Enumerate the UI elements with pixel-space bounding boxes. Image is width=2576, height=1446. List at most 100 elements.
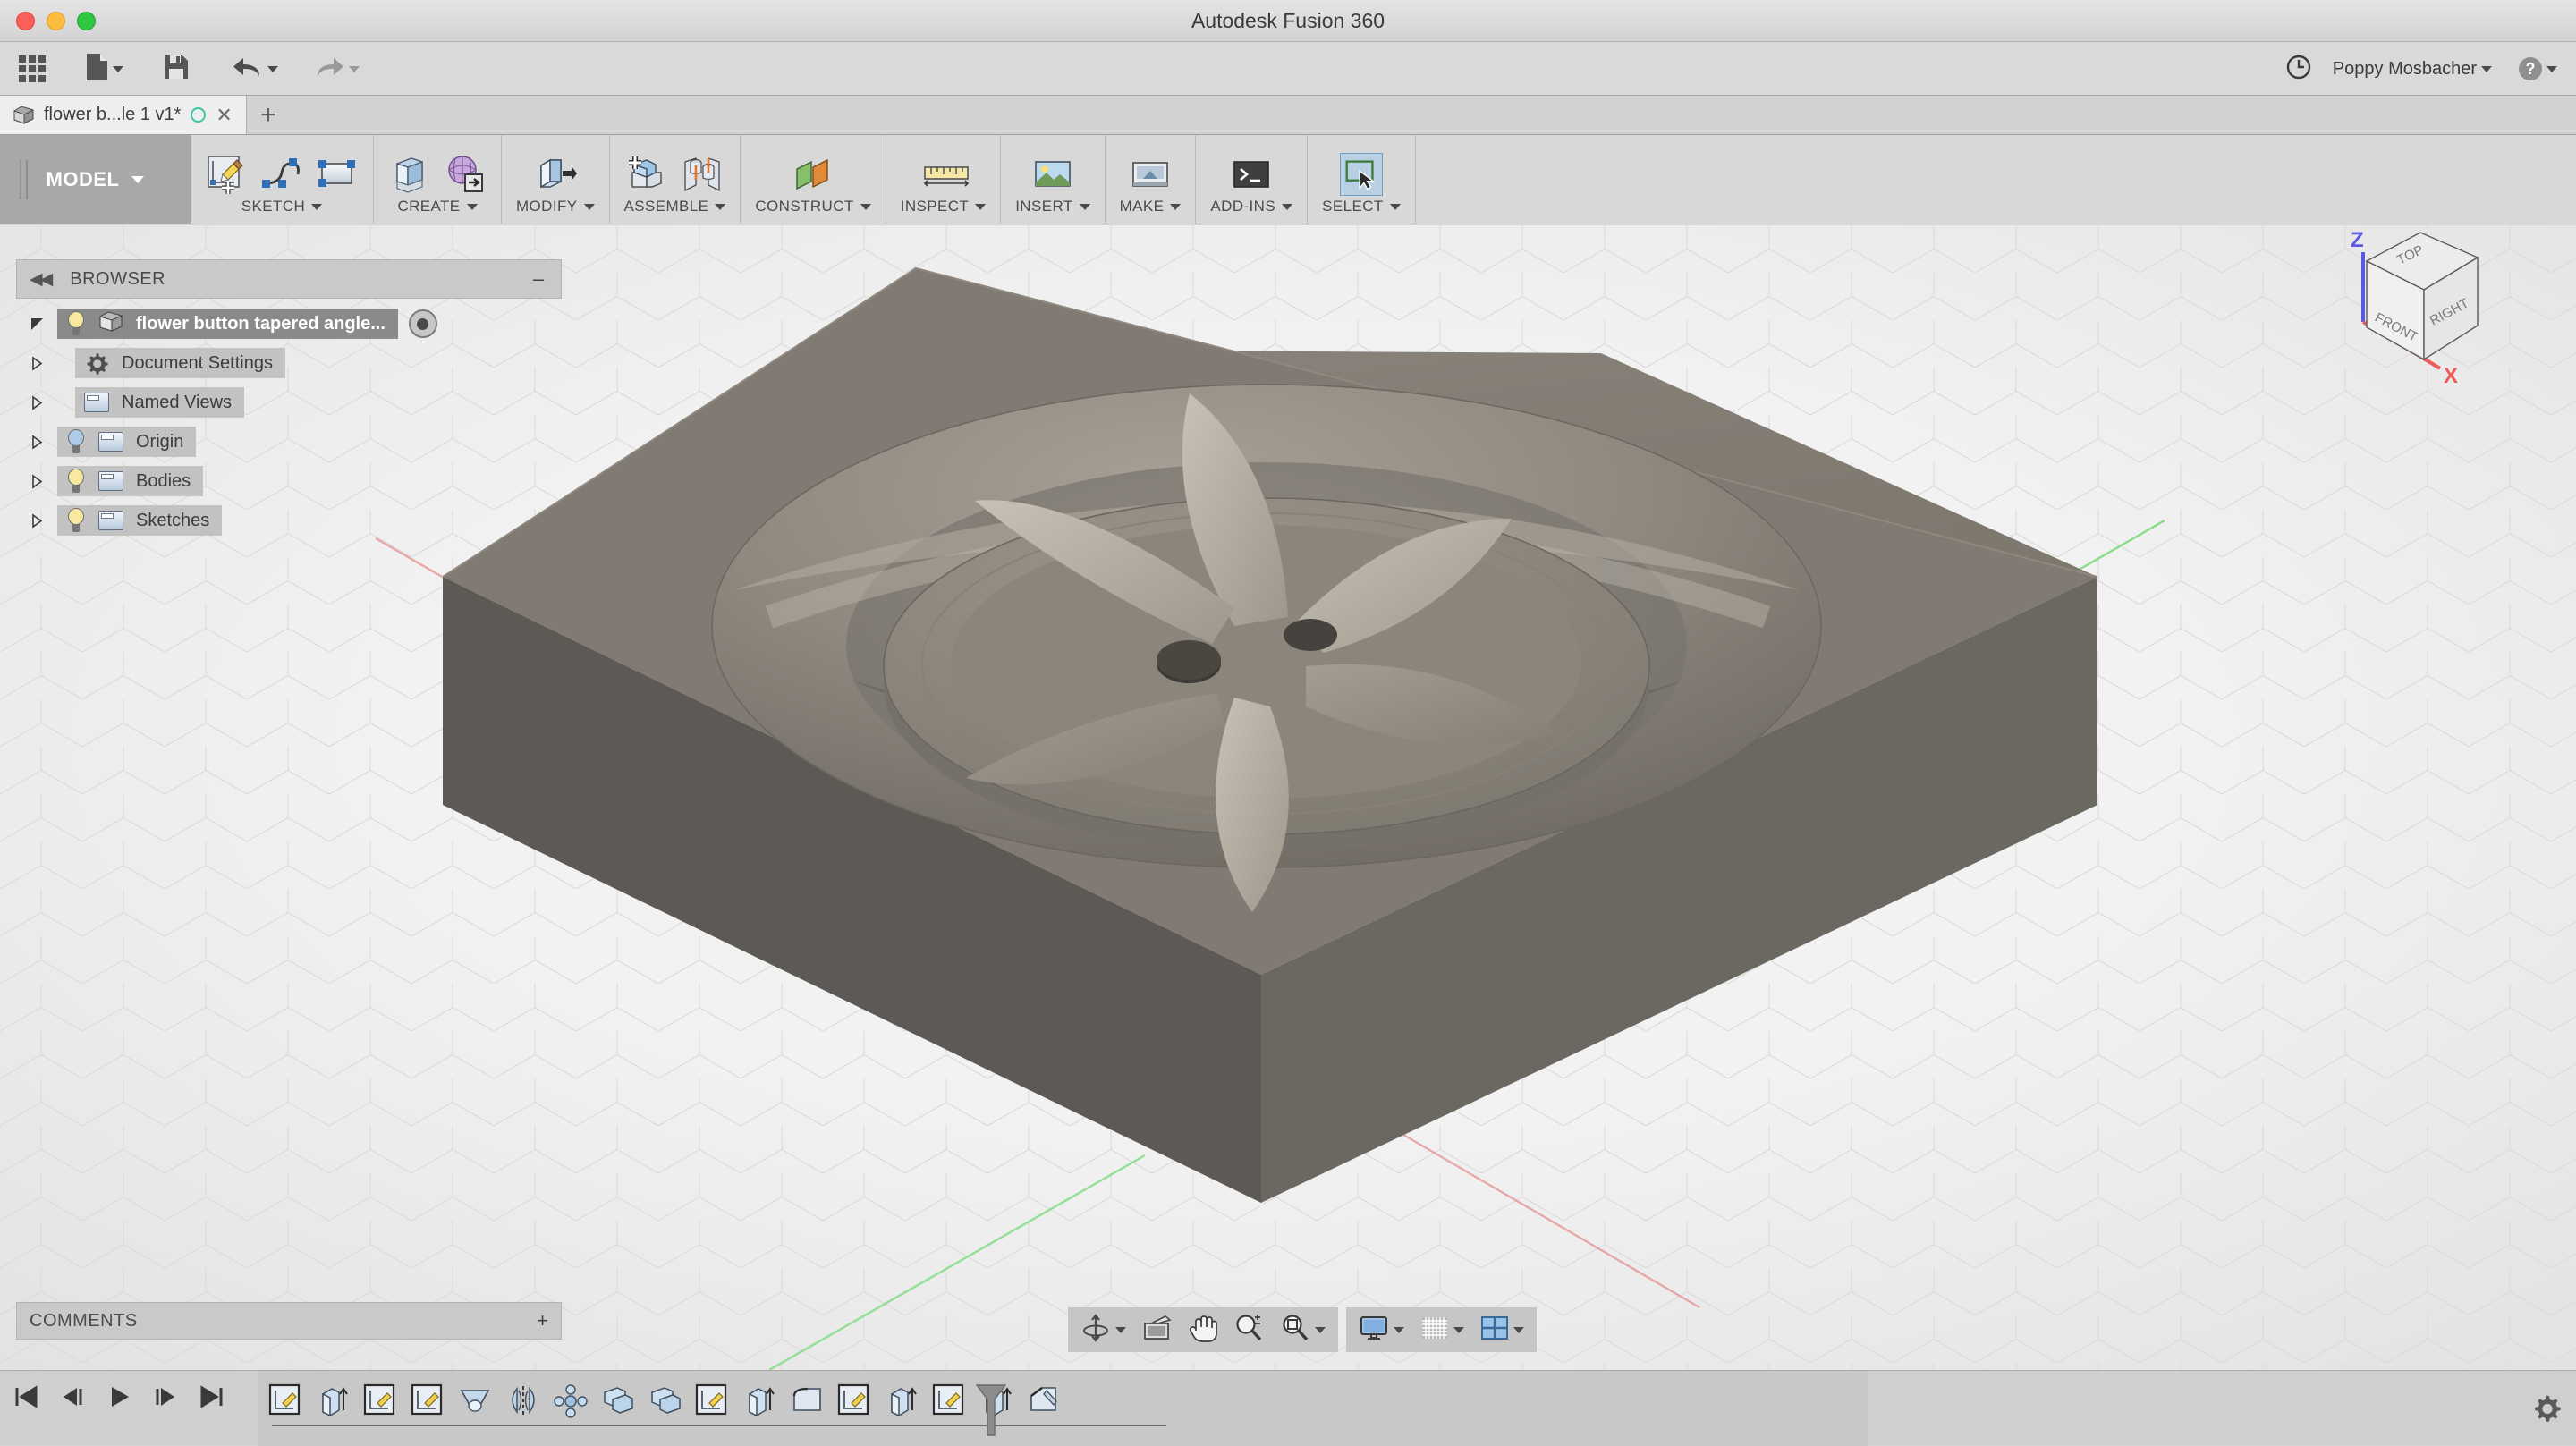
chevron-down-icon[interactable]: [1394, 1327, 1404, 1333]
chevron-down-icon[interactable]: [113, 66, 123, 72]
ribbon-group-select-label[interactable]: SELECT: [1322, 198, 1401, 216]
visibility-bulb-icon[interactable]: [66, 311, 86, 336]
help-menu[interactable]: ?: [2512, 53, 2563, 85]
tree-row-document-settings[interactable]: Document Settings: [16, 343, 571, 383]
viewports-button[interactable]: [1477, 1314, 1528, 1347]
3d-print-button[interactable]: [1129, 153, 1172, 196]
expand-arrow-icon[interactable]: [16, 317, 57, 332]
chevron-down-icon[interactable]: [311, 204, 322, 210]
ribbon-group-create-label[interactable]: CREATE: [397, 198, 477, 216]
scripts-and-addins-button[interactable]: [1230, 153, 1273, 196]
chevron-down-icon[interactable]: [1282, 204, 1292, 210]
timeline-feature-sketch[interactable]: [363, 1383, 399, 1419]
timeline-feature-loft[interactable]: [458, 1383, 494, 1419]
chevron-down-icon[interactable]: [349, 66, 360, 72]
insert-decal-button[interactable]: [1031, 153, 1074, 196]
create-sketch-button[interactable]: [205, 153, 248, 196]
user-account-menu[interactable]: Poppy Mosbacher: [2326, 55, 2498, 84]
chevron-down-icon[interactable]: [584, 204, 595, 210]
go-to-end-button[interactable]: [199, 1383, 225, 1415]
chevron-down-icon[interactable]: [1390, 204, 1401, 210]
go-to-beginning-button[interactable]: [13, 1383, 39, 1415]
timeline-feature-extrude[interactable]: [885, 1383, 920, 1419]
press-pull-button[interactable]: [534, 153, 577, 196]
timeline-feature-sketch[interactable]: [268, 1383, 304, 1419]
timeline-settings-gear-icon[interactable]: [2531, 1392, 2562, 1423]
chevron-down-icon[interactable]: [860, 204, 871, 210]
extrude-button[interactable]: [388, 153, 431, 196]
timeline-feature-combine[interactable]: [648, 1383, 683, 1419]
chevron-down-icon[interactable]: [1170, 204, 1181, 210]
clock-icon[interactable]: [2285, 54, 2312, 85]
orbit-button[interactable]: [1077, 1311, 1130, 1349]
chevron-down-icon[interactable]: [715, 204, 725, 210]
joint-button[interactable]: [681, 153, 724, 196]
fit-button[interactable]: [1276, 1311, 1329, 1349]
ribbon-group-make-label[interactable]: MAKE: [1120, 198, 1182, 216]
visibility-bulb-icon[interactable]: [66, 469, 86, 494]
expand-arrow-icon[interactable]: [16, 356, 57, 371]
comments-panel-header[interactable]: COMMENTS +: [16, 1302, 562, 1340]
play-button[interactable]: [106, 1383, 132, 1415]
offset-plane-button[interactable]: [792, 153, 835, 196]
select-tool-button[interactable]: [1340, 153, 1383, 196]
ribbon-group-construct-label[interactable]: CONSTRUCT: [755, 198, 870, 216]
timeline-feature-mirror[interactable]: [505, 1383, 541, 1419]
add-comment-icon[interactable]: +: [537, 1311, 548, 1331]
timeline-feature-sketch[interactable]: [932, 1383, 968, 1419]
timeline-feature-sketch[interactable]: [695, 1383, 731, 1419]
tree-row-bodies[interactable]: Bodies: [16, 461, 571, 501]
rectangle-button[interactable]: [316, 153, 359, 196]
collapse-panel-icon[interactable]: ◀◀: [30, 269, 50, 290]
expand-arrow-icon[interactable]: [16, 395, 57, 410]
view-cube[interactable]: Z X TOP FRONT RIGHT: [2308, 225, 2531, 402]
timeline-feature-chamfer[interactable]: [1027, 1383, 1063, 1419]
tree-row-origin[interactable]: Origin: [16, 422, 571, 461]
chevron-down-icon[interactable]: [1453, 1327, 1464, 1333]
visibility-bulb-icon[interactable]: [66, 429, 86, 454]
spline-button[interactable]: [260, 153, 303, 196]
look-at-button[interactable]: [1139, 1313, 1176, 1348]
timeline-feature-circular-pattern[interactable]: [553, 1383, 589, 1419]
zoom-button[interactable]: [1230, 1311, 1267, 1349]
chevron-down-icon[interactable]: [267, 66, 278, 72]
app-grid-button[interactable]: [13, 51, 52, 87]
chevron-down-icon[interactable]: [975, 204, 986, 210]
undo-button[interactable]: [226, 50, 284, 89]
close-tab-icon[interactable]: ✕: [216, 106, 232, 125]
expand-arrow-icon[interactable]: [16, 474, 57, 489]
chevron-down-icon[interactable]: [1115, 1327, 1126, 1333]
chevron-down-icon[interactable]: [467, 204, 478, 210]
timeline-feature-combine[interactable]: [600, 1383, 636, 1419]
minimize-panel-icon[interactable]: –: [529, 269, 548, 289]
tree-row-named-views[interactable]: Named Views: [16, 383, 571, 422]
timeline-end-marker[interactable]: [971, 1383, 1011, 1442]
expand-arrow-icon[interactable]: [16, 513, 57, 529]
ribbon-group-assemble-label[interactable]: ASSEMBLE: [624, 198, 726, 216]
display-settings-button[interactable]: [1355, 1313, 1408, 1348]
timeline-feature-sketch[interactable]: [411, 1383, 446, 1419]
ribbon-group-sketch-label[interactable]: SKETCH: [242, 198, 322, 216]
revolve-button[interactable]: [444, 153, 487, 196]
save-button[interactable]: [157, 49, 196, 89]
measure-button[interactable]: [921, 153, 964, 196]
chevron-down-icon[interactable]: [131, 176, 144, 183]
timeline-feature-extrude[interactable]: [316, 1383, 352, 1419]
new-tab-button[interactable]: +: [247, 96, 290, 134]
chevron-down-icon[interactable]: [1513, 1327, 1524, 1333]
timeline-feature-sketch[interactable]: [837, 1383, 873, 1419]
document-tab[interactable]: flower b...le 1 v1* ✕: [0, 96, 247, 134]
timeline-feature-extrude[interactable]: [742, 1383, 778, 1419]
step-forward-button[interactable]: [152, 1383, 179, 1415]
expand-arrow-icon[interactable]: [16, 435, 57, 450]
visibility-bulb-icon[interactable]: [66, 508, 86, 533]
new-document-button[interactable]: [79, 48, 130, 90]
chevron-down-icon[interactable]: [2546, 66, 2557, 72]
chevron-down-icon[interactable]: [1080, 204, 1090, 210]
ribbon-group-addins-label[interactable]: ADD-INS: [1210, 198, 1292, 216]
step-back-button[interactable]: [59, 1383, 86, 1415]
chevron-down-icon[interactable]: [1315, 1327, 1326, 1333]
redo-button[interactable]: [308, 50, 366, 89]
ribbon-group-modify-label[interactable]: MODIFY: [516, 198, 595, 216]
grid-and-snaps-button[interactable]: [1417, 1314, 1468, 1347]
